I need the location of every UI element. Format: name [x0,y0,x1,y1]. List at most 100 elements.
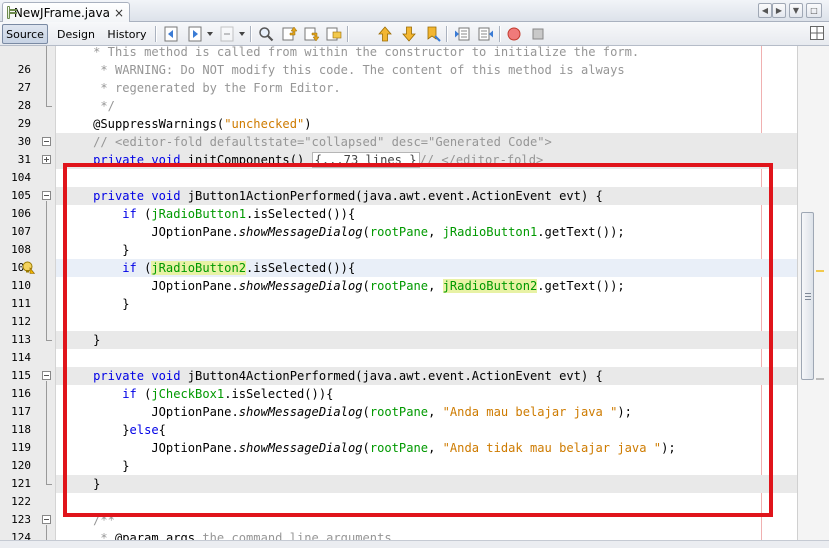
code-token: */ [64,99,115,113]
code-token: * This method is called from within the … [93,46,640,59]
line-number: 30 [17,135,31,148]
forward-navigation-icon[interactable] [186,25,204,43]
java-file-icon [7,6,17,19]
line-number: 111 [11,297,31,310]
toolbar-separator [250,26,251,42]
line-number: 108 [11,243,31,256]
warning-hint-icon[interactable] [22,261,35,274]
code-line[interactable]: * This method is called from within the … [56,46,797,61]
line-number: 104 [11,171,31,184]
stop-macro-recording-icon[interactable] [529,25,547,43]
line-number: 27 [17,81,31,94]
line-number: 106 [11,207,31,220]
line-number: 105 [11,189,31,202]
line-number: 29 [17,117,31,130]
line-number: 119 [11,441,31,454]
code-token: * [64,531,115,540]
last-edit-icon[interactable] [218,25,236,43]
show-opened-documents-icon[interactable]: ▼ [789,3,803,18]
highlight-annotation-rectangle [63,163,773,517]
code-line[interactable]: * @param args the command line arguments [56,529,797,540]
line-number: 117 [11,405,31,418]
line-number: 115 [11,369,31,382]
previous-occurrence-icon[interactable] [281,25,299,43]
tab-history[interactable]: History [104,24,150,44]
code-token: * WARNING: Do NOT modify this code. The … [64,63,625,77]
toggle-highlight-icon[interactable] [325,25,343,43]
occurrence-mark[interactable] [816,378,824,380]
file-tab-newjframe[interactable]: NewJFrame.java × [2,2,130,22]
close-tab-icon[interactable]: × [114,6,124,20]
code-token: "unchecked" [224,117,305,131]
fold-collapse-icon[interactable] [42,371,51,380]
file-tab-label: NewJFrame.java [13,5,110,20]
editor-tab-bar: NewJFrame.java × ◀ ▶ ▼ □ [0,0,829,22]
code-token: * regenerated by the Form Editor. [64,81,341,95]
shift-line-left-icon[interactable] [453,25,471,43]
code-token: @SuppressWarnings( [64,117,225,131]
toolbar-separator [155,26,156,42]
line-number: 123 [11,513,31,526]
fold-collapse-icon[interactable] [42,137,51,146]
line-number: 112 [11,315,31,328]
scroll-tabs-left-icon[interactable]: ◀ [758,3,772,18]
line-number: 124 [11,531,31,540]
fold-guide-line [46,46,47,106]
line-number: 31 [17,153,31,166]
split-window-icon[interactable] [810,26,824,40]
forward-dropdown-icon[interactable] [207,32,213,36]
editor-toolbar: Source Design History [0,22,829,46]
toolbar-separator [347,26,348,42]
horizontal-scrollbar[interactable] [0,540,829,548]
line-number: 121 [11,477,31,490]
fold-end-marker [46,340,52,341]
find-icon[interactable] [257,25,275,43]
code-token: the command line arguments [195,531,392,540]
fold-expand-icon[interactable] [42,155,51,164]
line-number: 110 [11,279,31,292]
scroll-tabs-right-icon[interactable]: ▶ [772,3,786,18]
fold-guide-line [46,201,47,340]
maximize-window-icon[interactable]: □ [806,3,822,18]
start-macro-recording-icon[interactable] [505,25,523,43]
code-line[interactable]: */ [56,97,797,115]
line-number: 28 [17,99,31,112]
line-number: 120 [11,459,31,472]
line-number: 118 [11,423,31,436]
code-line[interactable]: @SuppressWarnings("unchecked") [56,115,797,133]
next-occurrence-icon[interactable] [303,25,321,43]
line-number: 116 [11,387,31,400]
shift-line-right-icon[interactable] [477,25,495,43]
last-edit-dropdown-icon[interactable] [239,32,245,36]
fold-guide-line [46,381,47,484]
line-number: 26 [17,63,31,76]
vertical-scrollbar-thumb[interactable] [801,212,814,380]
toolbar-separator [499,26,500,42]
code-token: ) [304,117,312,131]
code-line[interactable]: // <editor-fold defaultstate="collapsed"… [56,133,797,151]
toggle-bookmark-icon[interactable] [424,25,442,43]
warning-mark[interactable] [816,270,824,272]
line-number-gutter: 26 27 28 29 30 31 104 105 106 107 108 109 110 111 112 1… [0,46,56,540]
next-bookmark-icon[interactable] [400,25,418,43]
line-number: 122 [11,495,31,508]
tab-source[interactable]: Source [2,24,48,44]
toolbar-separator [446,26,447,42]
code-line[interactable]: * regenerated by the Form Editor. [56,79,797,97]
back-navigation-icon[interactable] [162,25,180,43]
line-number: 107 [11,225,31,238]
line-number: 113 [11,333,31,346]
previous-bookmark-icon[interactable] [376,25,394,43]
code-token: args [165,531,196,540]
fold-guide-line [46,525,47,540]
tab-design[interactable]: Design [54,24,98,44]
fold-end-marker [46,106,52,107]
error-stripe [797,46,829,540]
line-number: 114 [11,351,31,364]
fold-collapse-icon[interactable] [42,191,51,200]
code-line[interactable]: * WARNING: Do NOT modify this code. The … [56,61,797,79]
fold-collapse-icon[interactable] [42,515,51,524]
